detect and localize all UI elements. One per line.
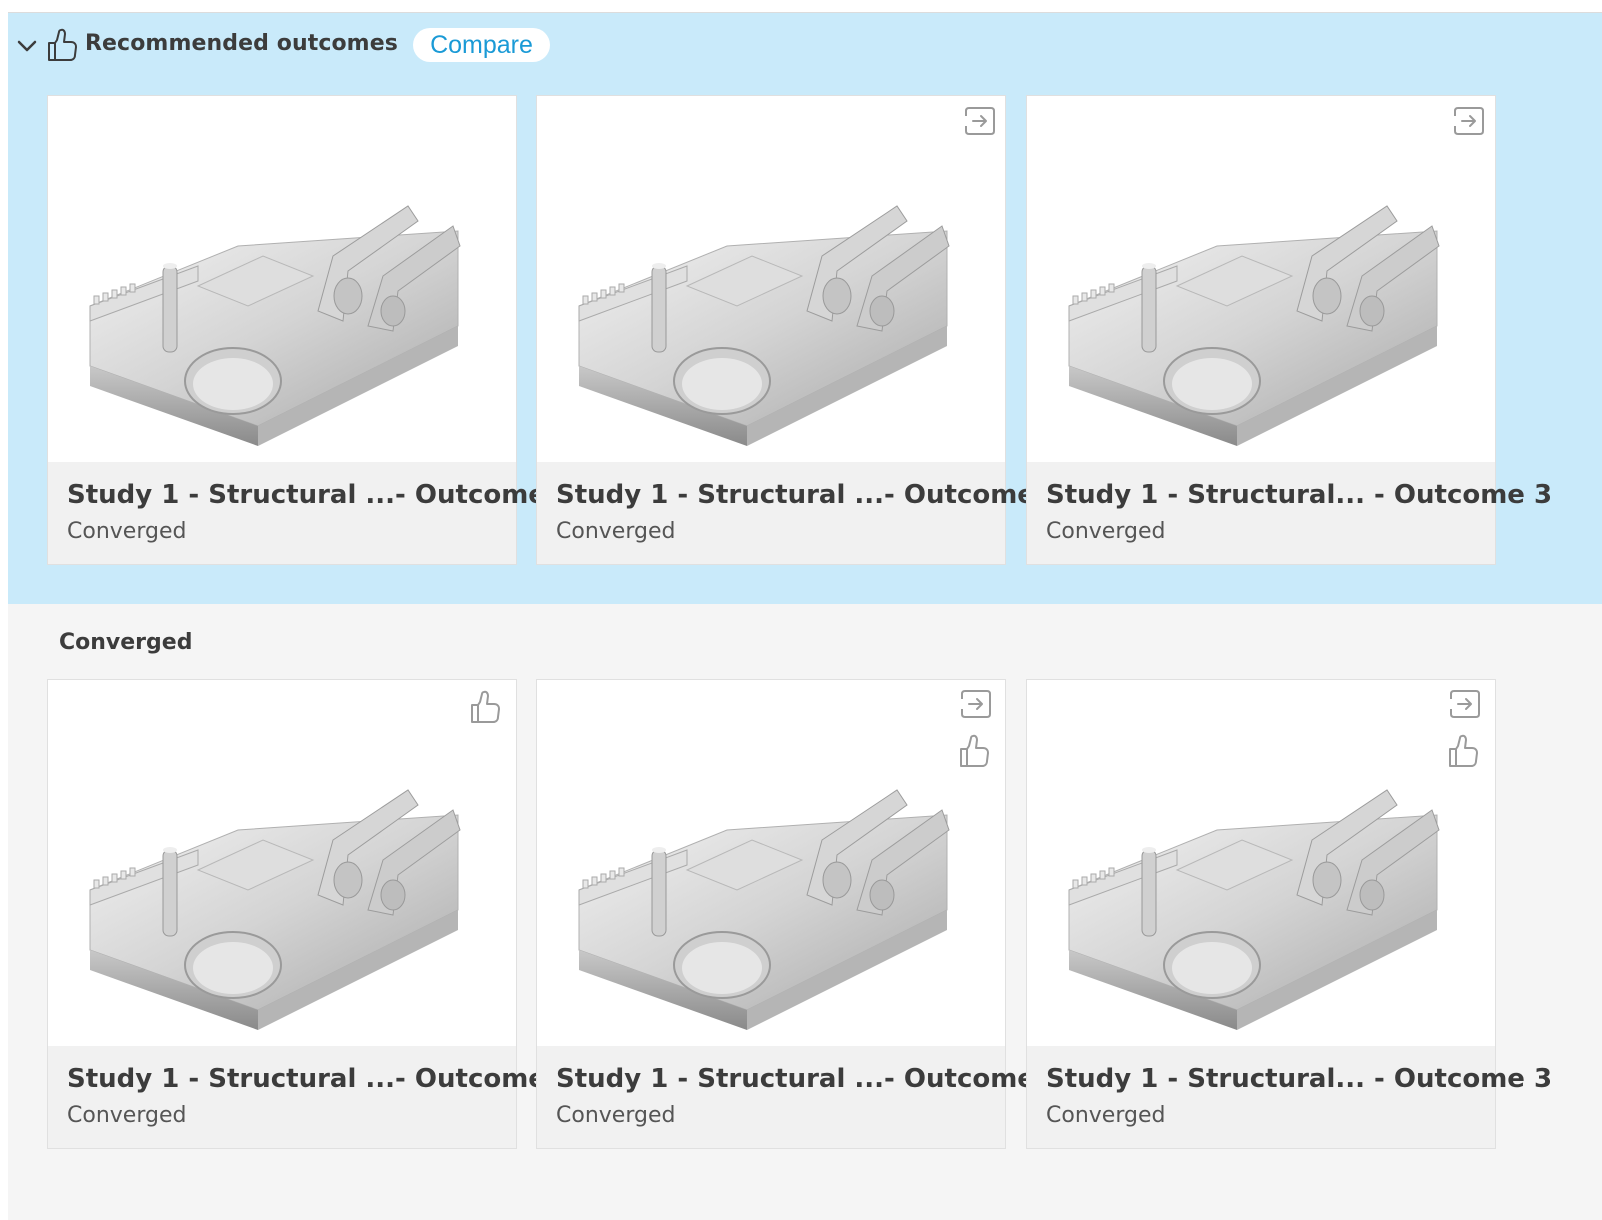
part-model-image — [1027, 680, 1495, 1046]
outcome-thumbnail — [48, 96, 516, 462]
recommended-header: Recommended outcomes Compare — [8, 13, 1602, 77]
outcome-thumbnail — [48, 680, 516, 1046]
outcome-name: Study 1 - Structural ...- Outcome 1 — [67, 1064, 574, 1094]
part-model-image — [48, 680, 516, 1046]
outcome-card-footer: Study 1 - Structural... - Outcome 3 Conv… — [1027, 462, 1553, 564]
outcome-card[interactable]: Study 1 - Structural ...- Outcome 2 Conv… — [536, 95, 1063, 565]
export-icon[interactable] — [1448, 688, 1482, 720]
part-model-image — [48, 96, 516, 462]
part-model-image — [537, 680, 1005, 1046]
outcome-name: Study 1 - Structural ...- Outcome 2 — [556, 480, 1063, 510]
thumbs-up-icon — [46, 27, 78, 63]
chevron-down-icon[interactable] — [16, 35, 38, 57]
outcome-status: Converged — [1046, 1103, 1166, 1128]
thumbs-up-icon[interactable] — [1447, 731, 1479, 771]
thumbs-up-icon[interactable] — [469, 687, 501, 727]
part-model-image — [537, 96, 1005, 462]
outcome-card[interactable]: Study 1 - Structural... - Outcome 3 Conv… — [1026, 95, 1553, 565]
export-icon[interactable] — [1452, 105, 1486, 137]
outcome-name: Study 1 - Structural ...- Outcome 2 — [556, 1064, 1063, 1094]
outcome-card-footer: Study 1 - Structural ...- Outcome 1 Conv… — [48, 462, 574, 564]
outcome-thumbnail — [1027, 680, 1495, 1046]
outcome-card[interactable]: Study 1 - Structural... - Outcome 3 Conv… — [1026, 679, 1553, 1149]
compare-button[interactable]: Compare — [413, 28, 550, 62]
outcome-card[interactable]: Study 1 - Structural ...- Outcome 1 Conv… — [47, 95, 574, 565]
outcome-card-footer: Study 1 - Structural ...- Outcome 2 Conv… — [537, 462, 1063, 564]
outcome-status: Converged — [67, 519, 187, 544]
outcome-card-footer: Study 1 - Structural... - Outcome 3 Conv… — [1027, 1046, 1553, 1148]
outcome-thumbnail — [537, 680, 1005, 1046]
outcome-name: Study 1 - Structural... - Outcome 3 — [1046, 480, 1553, 510]
export-icon[interactable] — [963, 105, 997, 137]
outcomes-panel: Recommended outcomes Compare Study 1 - S… — [8, 12, 1602, 1220]
outcome-name: Study 1 - Structural... - Outcome 3 — [1046, 1064, 1553, 1094]
outcome-status: Converged — [67, 1103, 187, 1128]
export-icon[interactable] — [959, 688, 993, 720]
outcome-card-footer: Study 1 - Structural ...- Outcome 1 Conv… — [48, 1046, 574, 1148]
outcome-name: Study 1 - Structural ...- Outcome 1 — [67, 480, 574, 510]
recommended-title: Recommended outcomes — [85, 31, 398, 56]
outcome-status: Converged — [1046, 519, 1166, 544]
outcome-card[interactable]: Study 1 - Structural ...- Outcome 2 Conv… — [536, 679, 1063, 1149]
part-model-image — [1027, 96, 1495, 462]
outcome-thumbnail — [1027, 96, 1495, 462]
outcome-card[interactable]: Study 1 - Structural ...- Outcome 1 Conv… — [47, 679, 574, 1149]
outcome-thumbnail — [537, 96, 1005, 462]
outcome-card-footer: Study 1 - Structural ...- Outcome 2 Conv… — [537, 1046, 1063, 1148]
converged-section-title: Converged — [59, 630, 193, 655]
recommended-section: Recommended outcomes Compare Study 1 - S… — [8, 13, 1602, 604]
outcome-status: Converged — [556, 1103, 676, 1128]
thumbs-up-icon[interactable] — [958, 731, 990, 771]
outcome-status: Converged — [556, 519, 676, 544]
